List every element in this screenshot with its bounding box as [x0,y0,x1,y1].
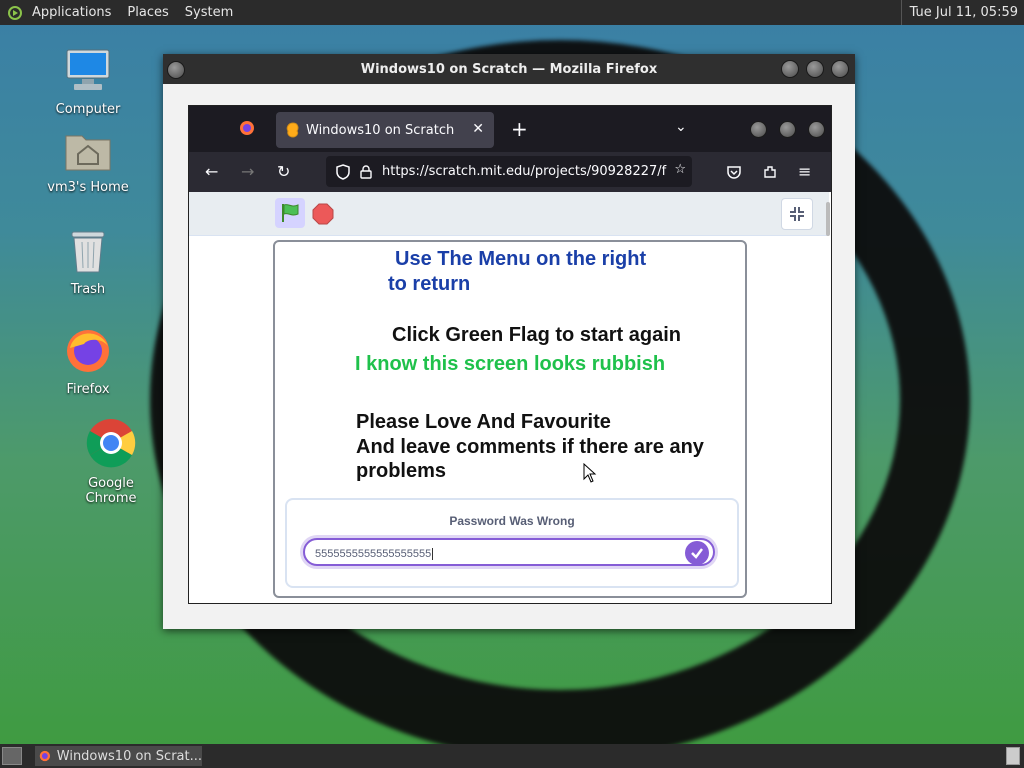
url-text: https://scratch.mit.edu/projects/9092822… [382,164,667,179]
top-panel: Applications Places System Tue Jul 11, 0… [0,0,1024,25]
clock[interactable]: Tue Jul 11, 05:59 [900,0,1018,25]
reload-icon[interactable]: ↻ [277,162,290,181]
ask-question: Password Was Wrong [449,514,575,528]
computer-icon [66,49,110,90]
window-menu-button[interactable] [167,61,185,79]
minimize-button[interactable] [781,60,799,78]
desktop-icon-label: Trash [70,282,106,297]
bottom-taskbar: Windows10 on Scrat... [0,744,1024,768]
menu-applications[interactable]: Applications [24,5,119,20]
stage-text-rubbish: I know this screen looks rubbish [355,353,666,375]
tab-title: Windows10 on Scratch [306,122,455,138]
desktop-icon-chrome[interactable]: Google Chrome [61,418,161,506]
hamburger-menu-icon[interactable]: ≡ [798,162,811,181]
show-desktop-icon[interactable] [2,747,22,765]
desktop-icon-firefox[interactable]: Firefox [38,326,138,397]
scratch-stage[interactable]: Use The Menu on the right to return Clic… [273,240,747,598]
firefox-icon [67,330,109,372]
desktop-icon-label: Computer [55,102,121,117]
close-button[interactable] [808,121,825,138]
top-menu: Applications Places System [0,5,241,20]
minimize-button[interactable] [750,121,767,138]
pocket-icon[interactable] [726,164,742,180]
stage-text-menu-hint: Use The Menu on the right [395,248,647,270]
page-scrollbar[interactable] [826,202,830,236]
maximize-button[interactable] [806,60,824,78]
desktop-icon-computer[interactable]: Computer [38,46,138,117]
desktop-icon-home[interactable]: vm3's Home [38,128,138,195]
menu-system[interactable]: System [177,5,241,20]
tab-bar: Windows10 on Scratch ✕ + ⌄ [189,106,831,152]
workspace-switcher[interactable] [1006,747,1020,765]
stop-icon[interactable] [312,203,334,225]
extensions-icon[interactable] [762,164,778,180]
window-titlebar[interactable]: Windows10 on Scratch — Mozilla Firefox [163,54,855,84]
stage-text-love: Please Love And Favourite [356,411,611,433]
taskbar-item-label: Windows10 on Scrat... [56,748,202,764]
ask-prompt-box: Password Was Wrong 5555555555555555555 [285,498,739,588]
ask-answer-value: 5555555555555555555 [315,548,432,560]
green-flag-icon [282,204,299,222]
close-button[interactable] [831,60,849,78]
firefox-view-icon[interactable] [239,120,255,136]
stage-text-problems: problems [356,460,447,482]
home-folder-icon [65,135,111,171]
mouse-pointer-icon [583,463,597,483]
page-viewport: Use The Menu on the right to return Clic… [189,192,829,602]
stage-text-comments: And leave comments if there are any [356,436,704,458]
desktop-icon-label: Google Chrome [85,476,137,506]
exit-fullscreen-button[interactable] [781,198,813,230]
desktop-icon-label: vm3's Home [47,180,129,195]
exit-fullscreen-icon [790,207,804,221]
tab-windows10-on-scratch[interactable]: Windows10 on Scratch ✕ [276,112,494,148]
checkmark-icon [691,548,703,559]
new-tab-icon[interactable]: + [511,117,528,141]
desktop-icon-label: Firefox [66,382,110,397]
forward-arrow-icon[interactable]: → [241,162,254,181]
scratch-controls-bar [189,192,829,236]
lock-icon[interactable] [360,164,372,179]
nav-bar: ← → ↻ https://scratch.mit.edu/projects/9… [189,152,831,192]
stage-text-return: to return [388,273,471,295]
firefox-icon [39,750,51,762]
firefox-browser-window: Windows10 on Scratch ✕ + ⌄ ← → ↻ https:/… [188,105,832,604]
ask-answer-input[interactable]: 5555555555555555555 [303,538,715,566]
applications-icon [8,5,22,20]
tab-close-icon[interactable]: ✕ [472,121,484,137]
bookmark-star-icon[interactable]: ☆ [670,162,686,177]
shield-icon[interactable] [336,163,350,180]
green-flag-button[interactable] [275,198,305,228]
taskbar-item-firefox[interactable]: Windows10 on Scrat... [35,746,202,766]
desktop-icon-trash[interactable]: Trash [38,228,138,297]
list-all-tabs-icon[interactable]: ⌄ [675,119,687,135]
scratch-favicon-icon [286,122,299,138]
chrome-icon [86,419,136,468]
window-title: Windows10 on Scratch — Mozilla Firefox [360,61,658,77]
url-bar[interactable]: https://scratch.mit.edu/projects/9092822… [326,156,692,187]
menu-places[interactable]: Places [119,5,176,20]
stage-text-green-flag: Click Green Flag to start again [392,324,681,346]
submit-answer-button[interactable] [685,541,709,565]
back-arrow-icon[interactable]: ← [205,162,218,181]
maximize-button[interactable] [779,121,796,138]
trash-icon [71,231,105,273]
